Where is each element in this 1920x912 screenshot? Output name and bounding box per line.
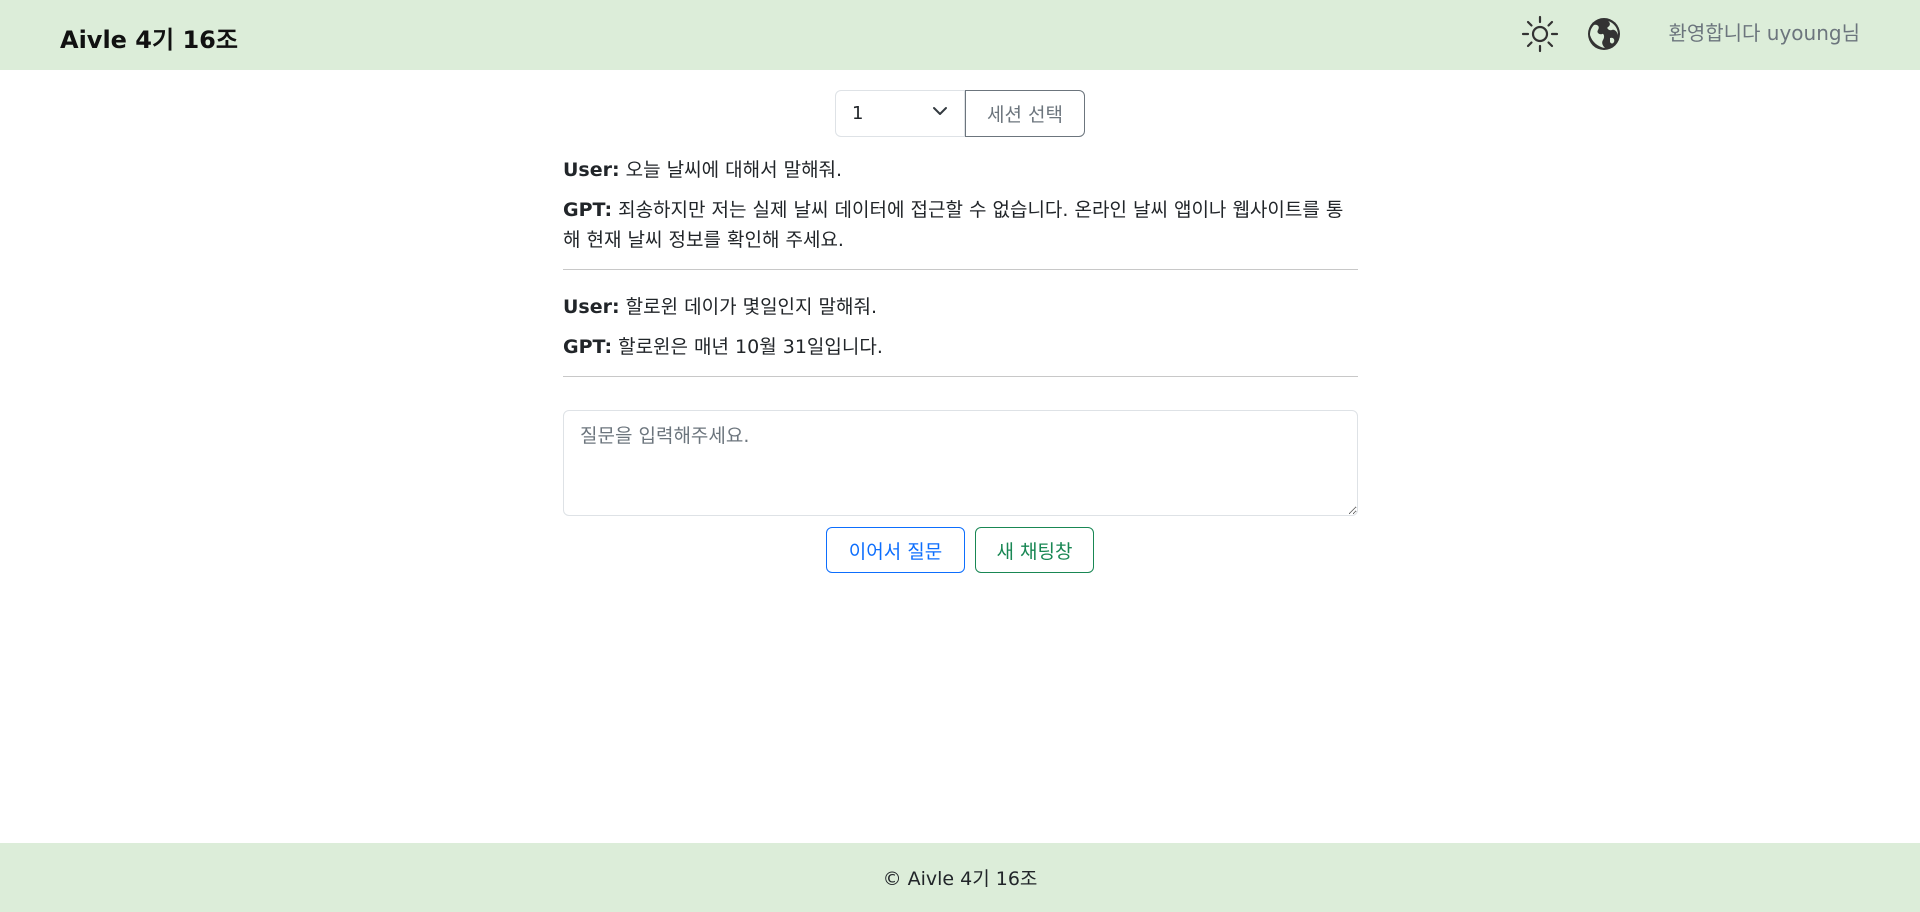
session-select-button[interactable]: 세션 선택 xyxy=(965,90,1085,137)
welcome-message: 환영합니다 uyoung님 xyxy=(1668,20,1860,45)
user-message: User: 할로윈 데이가 몇일인지 말해줘. xyxy=(563,292,1358,322)
gpt-label: GPT: xyxy=(563,199,613,221)
globe-icon[interactable] xyxy=(1584,14,1624,54)
sun-icon[interactable] xyxy=(1520,14,1560,54)
brand-title[interactable]: Aivle 4기 16조 xyxy=(60,20,238,55)
chat-exchange: User: 오늘 날씨에 대해서 말해줘. GPT: 죄송하지만 저는 실제 날… xyxy=(563,155,1358,270)
gpt-message-text: 죄송하지만 저는 실제 날씨 데이터에 접근할 수 없습니다. 온라인 날씨 앱… xyxy=(563,199,1344,251)
user-label: User: xyxy=(563,296,620,318)
footer-copyright: © Aivle 4기 16조 xyxy=(882,868,1038,890)
chat-history: User: 오늘 날씨에 대해서 말해줘. GPT: 죄송하지만 저는 실제 날… xyxy=(563,155,1358,399)
chevron-down-icon xyxy=(932,103,948,124)
gpt-message: GPT: 죄송하지만 저는 실제 날씨 데이터에 접근할 수 없습니다. 온라인… xyxy=(563,195,1358,255)
gpt-label: GPT: xyxy=(563,336,613,358)
navbar-right: 환영합니다 uyoung님 xyxy=(1520,14,1860,54)
gpt-message: GPT: 할로윈은 매년 10월 31일입니다. xyxy=(563,332,1358,362)
message-divider xyxy=(563,376,1358,377)
question-input[interactable] xyxy=(563,410,1358,516)
session-selector: 1 세션 선택 xyxy=(835,90,1085,137)
user-label: User: xyxy=(563,159,620,181)
gpt-message-text: 할로윈은 매년 10월 31일입니다. xyxy=(612,336,883,358)
top-navbar: Aivle 4기 16조 환영합니다 uyoung님 xyxy=(0,0,1920,70)
user-message: User: 오늘 날씨에 대해서 말해줘. xyxy=(563,155,1358,185)
user-message-text: 오늘 날씨에 대해서 말해줘. xyxy=(619,159,843,181)
chat-exchange: User: 할로윈 데이가 몇일인지 말해줘. GPT: 할로윈은 매년 10월… xyxy=(563,292,1358,377)
continue-question-button[interactable]: 이어서 질문 xyxy=(826,527,965,573)
message-divider xyxy=(563,269,1358,270)
session-dropdown[interactable]: 1 xyxy=(835,90,965,137)
session-selected-value: 1 xyxy=(852,103,864,124)
user-message-text: 할로윈 데이가 몇일인지 말해줘. xyxy=(619,296,878,318)
footer: © Aivle 4기 16조 xyxy=(0,843,1920,912)
action-buttons: 이어서 질문 새 채팅창 xyxy=(826,527,1094,573)
new-chat-button[interactable]: 새 채팅창 xyxy=(975,527,1094,573)
